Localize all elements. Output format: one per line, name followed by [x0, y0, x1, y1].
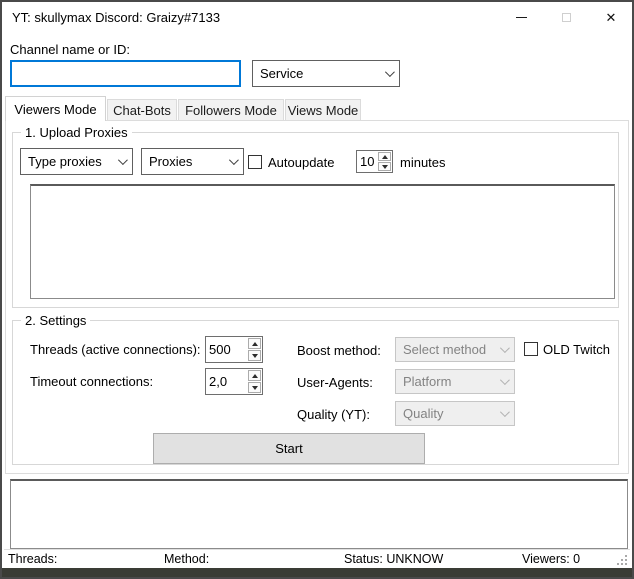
user-agents-label: User-Agents:	[297, 375, 373, 390]
service-select[interactable]: Service	[252, 60, 400, 87]
timeout-label: Timeout connections:	[30, 374, 154, 389]
arrow-down-icon	[251, 385, 258, 390]
status-status: Status: UNKNOW	[344, 552, 444, 566]
arrow-down-icon	[381, 164, 388, 169]
grip-dot	[625, 555, 627, 557]
minimize-button[interactable]	[501, 2, 541, 32]
timeout-input[interactable]	[206, 369, 247, 394]
threads-spinner-down[interactable]	[248, 350, 261, 361]
old-twitch-checkbox[interactable]	[524, 342, 538, 356]
quality-select: Quality	[395, 401, 515, 426]
maximize-icon	[561, 12, 571, 22]
close-icon: ✕	[605, 9, 617, 25]
timeout-spinner-buttons	[247, 369, 262, 394]
chevron-down-icon	[499, 375, 510, 386]
chevron-down-icon	[499, 343, 510, 354]
threads-spinner-buttons	[247, 337, 262, 362]
threads-label: Threads (active connections):	[30, 342, 201, 357]
status-viewers: Viewers: 0	[522, 552, 581, 566]
tab-viewers-mode[interactable]: Viewers Mode	[5, 96, 106, 121]
minutes-label: minutes	[400, 155, 446, 170]
type-proxies-value: Type proxies	[28, 154, 102, 169]
start-button-label: Start	[275, 441, 303, 456]
service-select-value: Service	[260, 66, 304, 81]
arrow-up-icon	[381, 154, 388, 159]
tab-views-mode[interactable]: Views Mode	[285, 99, 361, 120]
tab-label: Views Mode	[287, 102, 359, 118]
proxy-list[interactable]	[30, 184, 615, 299]
chevron-down-icon	[228, 155, 239, 166]
threads-spinner[interactable]	[205, 336, 263, 363]
status-bar: Threads: Method: Status: UNKNOW Viewers:…	[4, 549, 630, 568]
threads-spinner-up[interactable]	[248, 338, 261, 349]
arrow-up-icon	[251, 373, 258, 378]
chevron-down-icon	[499, 407, 510, 418]
autoupdate-label: Autoupdate	[268, 155, 335, 170]
autoupdate-checkbox[interactable]	[248, 155, 262, 169]
quality-value: Quality	[403, 406, 444, 421]
resize-grip[interactable]	[617, 555, 627, 565]
arrow-up-icon	[251, 341, 258, 346]
timeout-spinner-down[interactable]	[248, 382, 261, 393]
boost-method-label: Boost method:	[297, 343, 381, 358]
interval-spinner-buttons	[377, 151, 392, 172]
threads-input[interactable]	[206, 337, 247, 362]
tab-label: Chat-Bots	[113, 102, 171, 118]
chevron-down-icon	[384, 67, 395, 78]
status-method: Method:	[164, 552, 210, 566]
tab-label: Followers Mode	[185, 102, 277, 118]
settings-title: 2. Settings	[21, 313, 91, 328]
close-button[interactable]: ✕	[591, 2, 631, 32]
start-button[interactable]: Start	[153, 433, 425, 464]
user-agents-value: Platform	[403, 374, 452, 389]
interval-spinner-down[interactable]	[378, 162, 391, 171]
quality-label: Quality (YT):	[297, 407, 370, 422]
proxies-select[interactable]: Proxies	[141, 148, 244, 175]
log-output[interactable]	[10, 479, 628, 549]
upload-proxies-title: 1. Upload Proxies	[21, 125, 132, 140]
timeout-spinner-up[interactable]	[248, 370, 261, 381]
user-agents-select: Platform	[395, 369, 515, 394]
boost-method-value: Select method	[403, 342, 487, 357]
tab-label: Viewers Mode	[14, 101, 97, 117]
status-threads: Threads:	[8, 552, 58, 566]
grip-dot	[621, 559, 623, 561]
interval-input[interactable]	[357, 151, 377, 172]
channel-input[interactable]	[10, 60, 241, 87]
type-proxies-select[interactable]: Type proxies	[20, 148, 133, 175]
grip-dot	[621, 563, 623, 565]
grip-dot	[625, 563, 627, 565]
arrow-down-icon	[251, 353, 258, 358]
window-title: YT: skullymax Discord: Graizy#7133	[12, 10, 221, 25]
window-bottom-edge	[2, 568, 632, 577]
maximize-button	[546, 2, 586, 32]
tab-followers-mode[interactable]: Followers Mode	[178, 99, 284, 120]
timeout-spinner[interactable]	[205, 368, 263, 395]
old-twitch-label: OLD Twitch	[543, 342, 610, 357]
tab-chat-bots[interactable]: Chat-Bots	[107, 99, 177, 120]
chevron-down-icon	[117, 155, 128, 166]
grip-dot	[625, 559, 627, 561]
interval-spinner-up[interactable]	[378, 152, 391, 161]
proxies-value: Proxies	[149, 154, 193, 169]
app-window: YT: skullymax Discord: Graizy#7133 ✕ Cha…	[0, 0, 634, 579]
channel-label: Channel name or ID:	[10, 42, 130, 57]
boost-method-select: Select method	[395, 337, 515, 362]
interval-spinner[interactable]	[356, 150, 393, 173]
minimize-icon	[515, 16, 527, 18]
grip-dot	[617, 563, 619, 565]
